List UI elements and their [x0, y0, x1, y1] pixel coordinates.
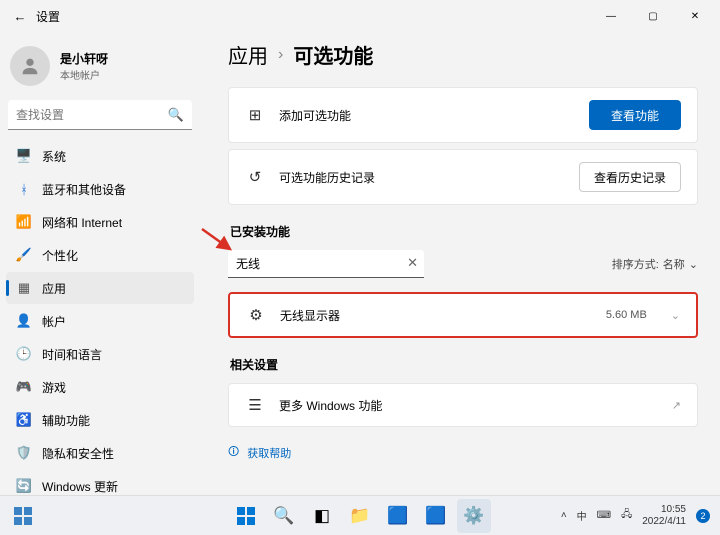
sort-label: 排序方式: — [612, 256, 659, 272]
sidebar-item-label: 应用 — [42, 280, 66, 297]
more-windows-features[interactable]: ☰ 更多 Windows 功能 ↗ — [228, 383, 698, 427]
sidebar-item-accounts[interactable]: 👤 帐户 — [6, 305, 194, 337]
avatar — [10, 46, 50, 86]
sidebar-item-label: 网络和 Internet — [42, 214, 122, 231]
clock[interactable]: 10:55 2022/4/11 — [642, 504, 686, 527]
accessibility-icon: ♿ — [16, 412, 32, 428]
back-button[interactable]: ← — [4, 9, 36, 24]
view-history-button[interactable]: 查看历史记录 — [579, 162, 681, 192]
bluetooth-icon: ᚼ — [16, 181, 32, 197]
apps-icon: ▦ — [16, 280, 32, 296]
search-input[interactable] — [8, 100, 192, 130]
taskbar: 🔍 ◧ 📁 🟦 🟦 ⚙️ ˄ 中 ⌨ 🖧 10:55 2022/4/11 2 — [0, 495, 720, 535]
network-tray-icon[interactable]: 🖧 — [621, 507, 632, 524]
help-icon: 🛈 — [228, 443, 239, 462]
breadcrumb: 应用 › 可选功能 — [228, 40, 698, 69]
user-profile[interactable]: 是小轩呀 本地帐户 — [6, 40, 194, 100]
user-account-type: 本地帐户 — [60, 67, 108, 82]
sidebar-item-privacy[interactable]: 🛡️ 隐私和安全性 — [6, 437, 194, 469]
chevron-down-icon: ⌄ — [671, 309, 680, 322]
task-view-icon[interactable]: ◧ — [305, 499, 339, 533]
add-icon: ⊞ — [245, 106, 265, 124]
sidebar-item-bluetooth[interactable]: ᚼ 蓝牙和其他设备 — [6, 173, 194, 205]
feature-name: 无线显示器 — [280, 307, 592, 324]
sidebar-item-label: 帐户 — [42, 313, 66, 330]
sidebar-item-personalize[interactable]: 🖌️ 个性化 — [6, 239, 194, 271]
sidebar-item-label: 时间和语言 — [42, 346, 102, 363]
feature-search-input[interactable] — [228, 250, 424, 278]
system-icon: 🖥️ — [16, 148, 32, 164]
sidebar-item-time[interactable]: 🕒 时间和语言 — [6, 338, 194, 370]
sidebar-item-label: 系统 — [42, 148, 66, 165]
sidebar-item-label: 隐私和安全性 — [42, 445, 114, 462]
clock-date: 2022/4/11 — [642, 516, 686, 528]
clock-time: 10:55 — [642, 504, 686, 516]
sidebar-item-label: Windows 更新 — [42, 478, 118, 495]
sidebar-item-apps[interactable]: ▦ 应用 — [6, 272, 194, 304]
close-button[interactable]: ✕ — [674, 0, 716, 32]
clear-icon[interactable]: ✕ — [407, 255, 418, 271]
sort-value: 名称 — [663, 256, 685, 272]
sidebar-item-accessibility[interactable]: ♿ 辅助功能 — [6, 404, 194, 436]
search-icon: 🔍 — [168, 107, 184, 123]
view-features-button[interactable]: 查看功能 — [589, 100, 681, 130]
personalize-icon: 🖌️ — [16, 247, 32, 263]
maximize-button[interactable]: ▢ — [632, 0, 674, 32]
tray-chevron-icon[interactable]: ˄ — [561, 510, 567, 521]
get-help-link[interactable]: 🛈 获取帮助 — [228, 443, 698, 462]
feature-search[interactable]: ✕ — [228, 250, 424, 278]
taskbar-search-icon[interactable]: 🔍 — [267, 499, 301, 533]
update-icon: 🔄 — [16, 478, 32, 494]
chevron-right-icon: › — [278, 46, 283, 64]
taskbar-app-icon[interactable]: 🟦 — [419, 499, 453, 533]
time-icon: 🕒 — [16, 346, 32, 362]
sidebar-item-label: 辅助功能 — [42, 412, 90, 429]
sidebar-item-system[interactable]: 🖥️ 系统 — [6, 140, 194, 172]
page-title: 可选功能 — [293, 40, 373, 69]
breadcrumb-parent[interactable]: 应用 — [228, 40, 268, 69]
sidebar-item-gaming[interactable]: 🎮 游戏 — [6, 371, 194, 403]
privacy-icon: 🛡️ — [16, 445, 32, 461]
gear-icon: ⚙ — [246, 306, 266, 324]
start-button[interactable] — [229, 499, 263, 533]
settings-taskbar-icon[interactable]: ⚙️ — [457, 499, 491, 533]
edge-icon[interactable]: 🟦 — [381, 499, 415, 533]
sidebar-item-label: 蓝牙和其他设备 — [42, 181, 126, 198]
sidebar-item-label: 游戏 — [42, 379, 66, 396]
related-section-title: 相关设置 — [230, 356, 698, 373]
history-label: 可选功能历史记录 — [279, 169, 565, 186]
settings-search[interactable]: 🔍 — [8, 100, 192, 130]
sort-control[interactable]: 排序方式: 名称 ⌄ — [612, 256, 698, 272]
network-icon: 📶 — [16, 214, 32, 230]
add-feature-label: 添加可选功能 — [279, 107, 575, 124]
more-windows-label: 更多 Windows 功能 — [279, 397, 658, 414]
ime-icon[interactable]: 中 — [577, 508, 587, 523]
gaming-icon: 🎮 — [16, 379, 32, 395]
window-title: 设置 — [36, 8, 60, 25]
history-card: ↺ 可选功能历史记录 查看历史记录 — [228, 149, 698, 205]
notification-badge[interactable]: 2 — [696, 509, 710, 523]
list-icon: ☰ — [245, 396, 265, 414]
sidebar-item-network[interactable]: 📶 网络和 Internet — [6, 206, 194, 238]
feature-size: 5.60 MB — [606, 309, 647, 321]
accounts-icon: 👤 — [16, 313, 32, 329]
minimize-button[interactable]: — — [590, 0, 632, 32]
installed-section-title: 已安装功能 — [230, 223, 698, 240]
external-link-icon: ↗ — [672, 399, 681, 412]
help-label: 获取帮助 — [247, 445, 291, 461]
history-icon: ↺ — [245, 168, 265, 186]
sidebar-item-label: 个性化 — [42, 247, 78, 264]
user-name: 是小轩呀 — [60, 50, 108, 67]
widgets-button[interactable] — [6, 499, 40, 533]
chevron-down-icon: ⌄ — [689, 258, 698, 271]
feature-wireless-display[interactable]: ⚙ 无线显示器 5.60 MB ⌄ — [228, 292, 698, 338]
keyboard-icon[interactable]: ⌨ — [597, 510, 611, 521]
add-feature-card: ⊞ 添加可选功能 查看功能 — [228, 87, 698, 143]
explorer-icon[interactable]: 📁 — [343, 499, 377, 533]
